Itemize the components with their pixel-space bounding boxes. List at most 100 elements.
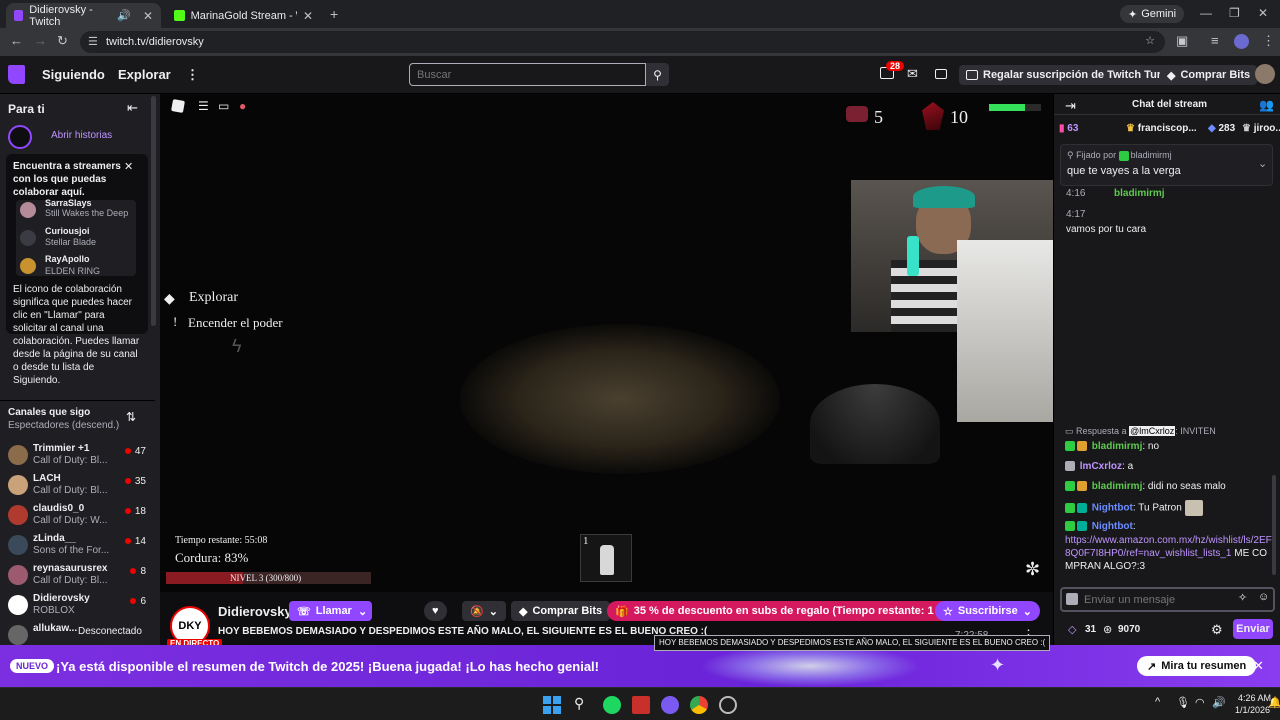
channel-points[interactable]: 9070 (1118, 624, 1140, 635)
sidebar-channel[interactable]: Didierovsky ROBLOX 6 (6, 592, 146, 622)
app-icon[interactable] (632, 696, 650, 714)
address-bar[interactable]: ☰ twitch.tv/didierovsky ☆ (80, 31, 1165, 53)
back-icon[interactable]: ← (10, 33, 23, 48)
emote-picker-icon[interactable]: ☺ (1258, 591, 1269, 603)
chat-identity-icon[interactable] (1066, 593, 1078, 605)
chat-username[interactable]: bladimirmj (1092, 441, 1143, 452)
tab-marinagold[interactable]: MarinaGold Stream - Watch Li... ✕ (166, 3, 321, 28)
sidebar-channel[interactable]: LACH Call of Duty: Bl... 35 (6, 472, 146, 502)
buy-bits-button[interactable]: ◆ Comprar Bits (1160, 65, 1258, 85)
mic-icon[interactable]: ● (239, 99, 246, 113)
start-windows-icon[interactable] (543, 696, 561, 714)
search-button[interactable]: ⚲ (646, 63, 669, 86)
send-chat-button[interactable]: Enviar (1233, 619, 1273, 639)
bookmark-star-icon[interactable]: ☆ (1145, 34, 1155, 47)
call-button[interactable]: ☏ Llamar (289, 601, 360, 621)
taskbar-search-icon[interactable]: ⚲ (574, 695, 584, 712)
settings-gear-icon[interactable]: ✼ (1025, 559, 1040, 580)
menu-kebab-icon[interactable]: ⋮ (1262, 33, 1275, 49)
chat-username[interactable]: Nightbot (1092, 521, 1133, 532)
gift-discount-button[interactable]: 🎁 35 % de descuento en subs de regalo (Ti… (607, 601, 965, 621)
collab-name[interactable]: Curiousjoi (45, 226, 90, 236)
speaker-icon[interactable]: 🔊 (117, 9, 131, 22)
forward-icon[interactable]: → (34, 33, 47, 48)
chat-scrollbar[interactable] (1272, 475, 1276, 575)
collapse-sidebar-icon[interactable]: ⇤ (127, 100, 138, 116)
site-info-icon[interactable]: ☰ (88, 35, 98, 48)
chat-username[interactable]: lmCxrloz (1080, 461, 1122, 472)
app-icon-2[interactable] (719, 696, 737, 714)
nav-browse[interactable]: Explorar (118, 67, 171, 82)
open-stories-link[interactable]: Abrir historias (51, 130, 112, 141)
sort-icon[interactable]: ⇅ (126, 410, 136, 424)
pinned-message[interactable]: ⚲ Fijado por bladimirmj que te vayes a l… (1060, 144, 1273, 186)
stories-avatar[interactable] (8, 125, 32, 149)
tray-chevron-icon[interactable]: ^ (1155, 696, 1160, 708)
close-tab-icon[interactable]: ✕ (143, 9, 153, 23)
extensions-icon[interactable]: ▣ (1176, 33, 1188, 49)
more-menu-icon[interactable]: ⋮ (186, 67, 199, 83)
buy-bits-stream-button[interactable]: ◆ Comprar Bits (511, 601, 611, 621)
reply-user[interactable]: @lmCxrloz (1129, 426, 1176, 436)
list-icon[interactable]: ☰ (198, 99, 209, 113)
notifications-bell-icon[interactable]: 🔔 (1268, 696, 1280, 709)
sidebar-channel[interactable]: Trimmier +1 Call of Duty: Bl... 47 (6, 442, 146, 472)
notifications-button[interactable]: 🔕 ⌄ (462, 601, 506, 621)
collab-name[interactable]: SarraSlays (45, 198, 92, 208)
tab-didierovsky[interactable]: Didierovsky - Twitch 🔊 ✕ (6, 3, 161, 28)
channel-points-icon[interactable]: ⊛ (1103, 623, 1112, 636)
clock-date[interactable]: 1/1/2026 (1235, 705, 1270, 715)
leaderboard-user-2[interactable]: ♛ jiroo... (1242, 123, 1280, 134)
close-collab-icon[interactable]: ✕ (124, 160, 133, 173)
user-avatar[interactable] (1255, 64, 1275, 84)
subscribe-button[interactable]: ☆ Suscribirse ⌄ (935, 601, 1041, 621)
minimize-icon[interactable]: — (1200, 6, 1212, 20)
chat-message-input[interactable] (1084, 591, 1234, 608)
clock-time[interactable]: 4:26 AM (1238, 693, 1271, 703)
mic-tray-icon[interactable]: 🎙 (1176, 696, 1190, 709)
spotify-icon[interactable] (603, 696, 621, 714)
collab-name[interactable]: RayApollo (45, 254, 90, 264)
maximize-icon[interactable]: ❐ (1229, 6, 1240, 20)
twitch-logo-icon[interactable] (8, 65, 25, 84)
view-recap-button[interactable]: ↗ Mira tu resumen (1137, 656, 1257, 676)
follow-heart-button[interactable]: ♥ (424, 601, 447, 621)
chat-bubble-icon[interactable]: ▭ (218, 99, 229, 113)
lamp-shape (810, 384, 940, 464)
chat-username[interactable]: bladimirmj (1092, 481, 1143, 492)
bits-cheer-icon[interactable]: ✧ (1238, 591, 1247, 604)
sidebar-channel[interactable]: claudis0_0 Call of Duty: W... 18 (6, 502, 146, 532)
call-options-button[interactable]: ⌄ (353, 601, 373, 621)
reload-icon[interactable]: ↻ (57, 33, 68, 49)
nav-following[interactable]: Siguiendo (42, 67, 105, 82)
volume-icon[interactable]: 🔊 (1212, 696, 1226, 709)
mail-icon[interactable]: ✉ (907, 66, 918, 82)
chat-username[interactable]: Nightbot (1092, 503, 1133, 514)
profile-avatar[interactable] (1234, 34, 1249, 49)
chat-username[interactable]: bladimirmj (1114, 188, 1165, 199)
wifi-icon[interactable]: ◠ (1195, 696, 1205, 709)
close-tab-icon[interactable]: ✕ (303, 9, 313, 23)
gemini-button[interactable]: ✦ Gemini (1120, 5, 1185, 23)
chat-users-icon[interactable]: 👥 (1259, 98, 1274, 112)
new-tab-button[interactable]: + (330, 6, 338, 22)
expand-chat-icon[interactable]: ⇥ (1065, 98, 1076, 114)
video-player[interactable]: ☰ ▭ ● 5 10 ◆ Explorar ! Encender el pode… (160, 94, 1053, 592)
lightning-icon: ϟ (232, 336, 242, 356)
leaderboard-user[interactable]: ♛ franciscop... (1126, 123, 1197, 134)
discord-icon[interactable] (661, 696, 679, 714)
close-banner-icon[interactable]: ✕ (1253, 658, 1264, 674)
chat-settings-gear-icon[interactable]: ⚙ (1211, 622, 1223, 638)
media-icon[interactable]: ≡ (1211, 33, 1219, 48)
chat-input-box[interactable]: ✧ ☺ (1060, 587, 1275, 612)
gift-turbo-button[interactable]: Regalar suscripción de Twitch Turbo (959, 65, 1182, 85)
whispers-icon[interactable] (935, 69, 947, 79)
streamer-name[interactable]: Didierovsky (218, 604, 292, 619)
close-window-icon[interactable]: ✕ (1258, 6, 1268, 20)
chevron-down-icon[interactable]: ⌄ (1258, 157, 1267, 170)
sidebar-channel[interactable]: zLinda__ Sons of the For... 14 (6, 532, 146, 562)
sidebar-scrollbar[interactable] (151, 96, 156, 326)
search-input[interactable] (409, 63, 646, 86)
sidebar-channel[interactable]: reynasaurusrex Call of Duty: Bl... 8 (6, 562, 146, 592)
chrome-icon[interactable] (690, 696, 708, 714)
